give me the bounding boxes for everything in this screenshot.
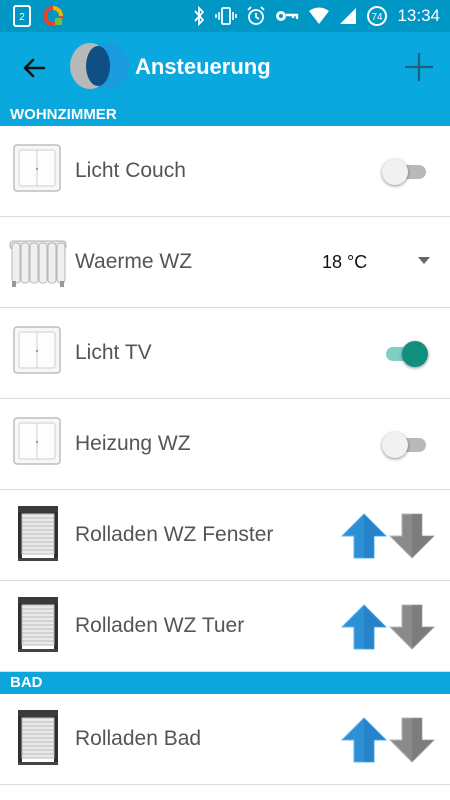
key-icon bbox=[275, 8, 299, 24]
svg-text:74: 74 bbox=[372, 12, 384, 23]
list-item-waerme-wz[interactable]: Waerme WZ 18 °C bbox=[0, 217, 450, 308]
clock: 13:34 bbox=[397, 6, 440, 25]
item-label: Licht Couch bbox=[75, 159, 186, 182]
app-logo bbox=[68, 40, 130, 92]
app-icon bbox=[42, 5, 64, 27]
toggle-switch[interactable] bbox=[382, 159, 428, 185]
list-item-rolladen-wz-tuer[interactable]: Rolladen WZ Tuer bbox=[0, 581, 450, 672]
dropdown-arrow-icon[interactable] bbox=[418, 257, 430, 264]
light-switch-icon bbox=[8, 413, 68, 473]
vibrate-icon bbox=[215, 6, 238, 26]
arrow-up-icon[interactable] bbox=[340, 603, 388, 651]
radiator-icon bbox=[8, 231, 68, 291]
svg-text:2: 2 bbox=[19, 12, 25, 23]
status-bar: 2 74 13:34 bbox=[0, 0, 450, 32]
bluetooth-icon bbox=[192, 6, 206, 26]
toggle-switch[interactable] bbox=[382, 432, 428, 458]
notification-icon: 2 bbox=[12, 5, 32, 27]
temperature-value[interactable]: 18 °C bbox=[322, 217, 367, 307]
arrow-up-icon[interactable] bbox=[340, 512, 388, 560]
roller-shutter-icon bbox=[8, 708, 68, 768]
signal-icon bbox=[339, 7, 357, 25]
arrow-down-icon[interactable] bbox=[388, 716, 436, 764]
toggle-switch[interactable] bbox=[382, 341, 428, 367]
alarm-icon bbox=[246, 6, 266, 26]
item-label: Rolladen WZ Fenster bbox=[75, 523, 274, 546]
back-button[interactable] bbox=[16, 52, 52, 84]
app-toolbar: Ansteuerung bbox=[0, 32, 450, 104]
section-header-bad: BAD bbox=[0, 672, 450, 694]
switch-thumb bbox=[382, 432, 408, 458]
plus-icon bbox=[405, 53, 433, 81]
roller-shutter-icon bbox=[8, 595, 68, 655]
page-title: Ansteuerung bbox=[135, 54, 271, 79]
arrow-down-icon[interactable] bbox=[388, 603, 436, 651]
roller-shutter-icon bbox=[8, 504, 68, 564]
list-item-licht-tv[interactable]: Licht TV bbox=[0, 308, 450, 399]
item-label: Licht TV bbox=[75, 341, 152, 364]
arrow-down-icon[interactable] bbox=[388, 512, 436, 560]
item-label: Rolladen Bad bbox=[75, 727, 202, 750]
switch-thumb bbox=[382, 159, 408, 185]
switch-thumb bbox=[402, 341, 428, 367]
item-label: Waerme WZ bbox=[75, 250, 193, 273]
list-item-rolladen-bad[interactable]: Rolladen Bad bbox=[0, 694, 450, 785]
item-label: Heizung WZ bbox=[75, 432, 191, 455]
list-item-rolladen-wz-fenster[interactable]: Rolladen WZ Fenster bbox=[0, 490, 450, 581]
section-header-wohnzimmer: WOHNZIMMER bbox=[0, 104, 450, 126]
item-label: Rolladen WZ Tuer bbox=[75, 614, 245, 637]
battery-icon: 74 bbox=[366, 5, 388, 27]
list-item-heizung-wz[interactable]: Heizung WZ bbox=[0, 399, 450, 490]
back-arrow-icon bbox=[23, 58, 46, 78]
list-item-licht-couch[interactable]: Licht Couch bbox=[0, 126, 450, 217]
light-switch-icon bbox=[8, 322, 68, 382]
arrow-up-icon[interactable] bbox=[340, 716, 388, 764]
light-switch-icon bbox=[8, 140, 68, 200]
add-button[interactable] bbox=[402, 50, 436, 84]
wifi-icon bbox=[308, 7, 330, 25]
